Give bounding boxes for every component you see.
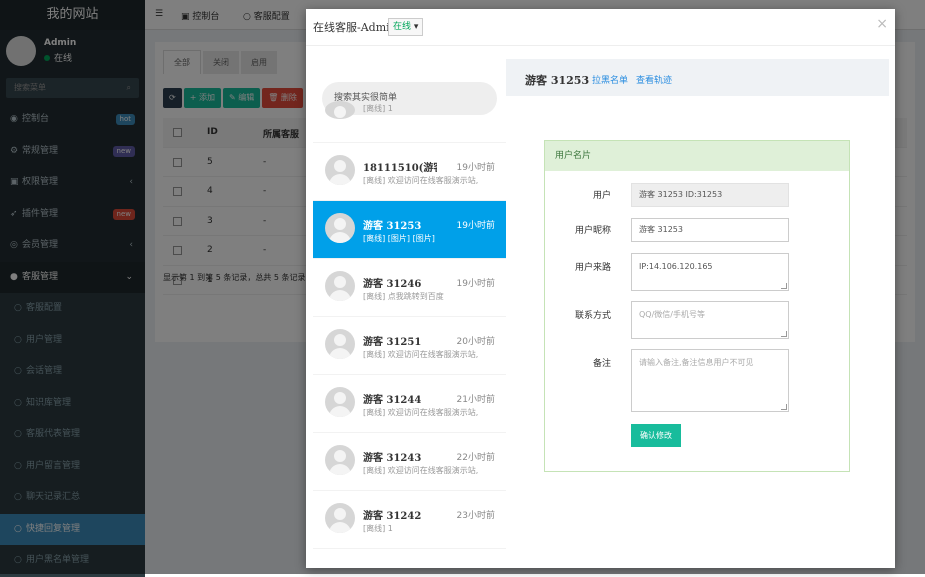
avatar: [325, 271, 355, 301]
blacklist-link[interactable]: 拉黑名单: [592, 73, 628, 86]
user-label: 用户: [592, 191, 611, 201]
close-icon[interactable]: ×: [876, 16, 888, 32]
note-field[interactable]: 请输入备注,备注信息用户不可见: [631, 349, 789, 412]
conversation-time: 21小时前: [456, 395, 495, 405]
conversation-item[interactable]: [离线] 1: [313, 101, 506, 143]
user-detail-panel: 游客 31253 拉黑名单 查看轨迹 用户名片 用户 游客 31253 ID:3…: [506, 59, 889, 556]
resize-grip-icon[interactable]: [781, 283, 787, 289]
conversation-item[interactable]: 游客 31246 19小时前 [离线] 点我跳转到百度: [313, 259, 506, 317]
modal-title: 在线客服-Admin: [313, 21, 397, 34]
current-user-name: 游客 31253: [525, 74, 590, 87]
conversation-time: 20小时前: [456, 337, 495, 347]
conversation-time: 19小时前: [456, 221, 495, 231]
avatar: [325, 329, 355, 359]
avatar: [325, 155, 355, 185]
contact-field[interactable]: QQ/微信/手机号等: [631, 301, 789, 339]
conversation-item[interactable]: 18111510(游客 19小时前 [离线] 欢迎访问在线客服演示站,: [313, 143, 506, 201]
user-card: 用户名片 用户 游客 31253 ID:31253 用户昵称 游客 31253 …: [544, 140, 850, 472]
note-placeholder: 请输入备注,备注信息用户不可见: [639, 358, 754, 367]
conversation-item[interactable]: 游客 31251 20小时前 [离线] 欢迎访问在线客服演示站,: [313, 317, 506, 375]
conversation-name: 游客 31243: [363, 453, 422, 464]
source-label: 用户来路: [574, 263, 611, 273]
user-field: 游客 31253 ID:31253: [631, 183, 789, 207]
track-link[interactable]: 查看轨迹: [636, 73, 672, 86]
conversation-time: 22小时前: [456, 453, 495, 463]
confirm-edit-button[interactable]: 确认修改: [631, 424, 681, 447]
note-label: 备注: [592, 359, 611, 369]
conversation-preview: [离线] 欢迎访问在线客服演示站,: [363, 176, 479, 185]
source-field[interactable]: IP:14.106.120.165: [631, 253, 789, 291]
resize-grip-icon[interactable]: [781, 404, 787, 410]
conversation-list: [离线] 1 18111510(游客 19小时前 [离线] 欢迎访问在线客服演示站,…: [313, 101, 506, 549]
conversation-item[interactable]: 游客 31243 22小时前 [离线] 欢迎访问在线客服演示站,: [313, 433, 506, 491]
avatar: [325, 503, 355, 533]
conversation-name: 游客 31242: [363, 511, 422, 522]
avatar: [325, 101, 355, 119]
conversation-name: 游客 31244: [363, 395, 422, 406]
conversation-item-active[interactable]: 游客 31253 19小时前 [离线] [图片] [图片]: [313, 201, 506, 259]
conversation-item[interactable]: 游客 31242 23小时前 [离线] 1: [313, 491, 506, 549]
resize-grip-icon[interactable]: [781, 331, 787, 337]
conversation-time: 19小时前: [456, 279, 495, 289]
conversation-name: 18111510(游客: [363, 163, 437, 174]
nickname-field[interactable]: 游客 31253: [631, 218, 789, 242]
conversation-name: 游客 31246: [363, 279, 422, 290]
conversation-item[interactable]: 游客 31244 21小时前 [离线] 欢迎访问在线客服演示站,: [313, 375, 506, 433]
conversation-preview: [离线] 点我跳转到百度: [363, 292, 444, 301]
avatar: [325, 387, 355, 417]
contact-label: 联系方式: [574, 311, 611, 321]
chat-modal: 在线客服-Admin 在线 ▾ × 搜索其实很简单 [离线] 1 1811151…: [306, 9, 895, 568]
conversation-name: 游客 31251: [363, 337, 422, 348]
conversation-time: 23小时前: [456, 511, 495, 521]
nickname-label: 用户昵称: [574, 226, 611, 236]
source-value: IP:14.106.120.165: [639, 262, 713, 271]
status-dropdown[interactable]: 在线 ▾: [388, 18, 424, 36]
user-card-title: 用户名片: [545, 141, 849, 171]
chat-header: 游客 31253 拉黑名单 查看轨迹: [506, 59, 889, 96]
avatar: [325, 213, 355, 243]
contact-placeholder: QQ/微信/手机号等: [639, 310, 705, 319]
conversation-preview: [离线] 欢迎访问在线客服演示站,: [363, 466, 479, 475]
conversation-preview: [离线] 欢迎访问在线客服演示站,: [363, 350, 479, 359]
conversation-preview: [离线] 欢迎访问在线客服演示站,: [363, 408, 479, 417]
caret-down-icon: ▾: [413, 22, 419, 32]
conversation-preview: [离线] [图片] [图片]: [363, 234, 435, 243]
status-dropdown-label: 在线: [393, 22, 412, 32]
conversation-preview: [离线] 1: [363, 104, 393, 113]
avatar: [325, 445, 355, 475]
conversation-time: 19小时前: [456, 163, 495, 173]
conversation-list-panel: 搜索其实很简单 [离线] 1 18111510(游客 19小时前 [离线] 欢迎访问…: [313, 59, 506, 556]
conversation-name: 游客 31253: [363, 221, 422, 232]
conversation-preview: [离线] 1: [363, 524, 393, 533]
modal-header: 在线客服-Admin 在线 ▾ ×: [306, 9, 895, 46]
